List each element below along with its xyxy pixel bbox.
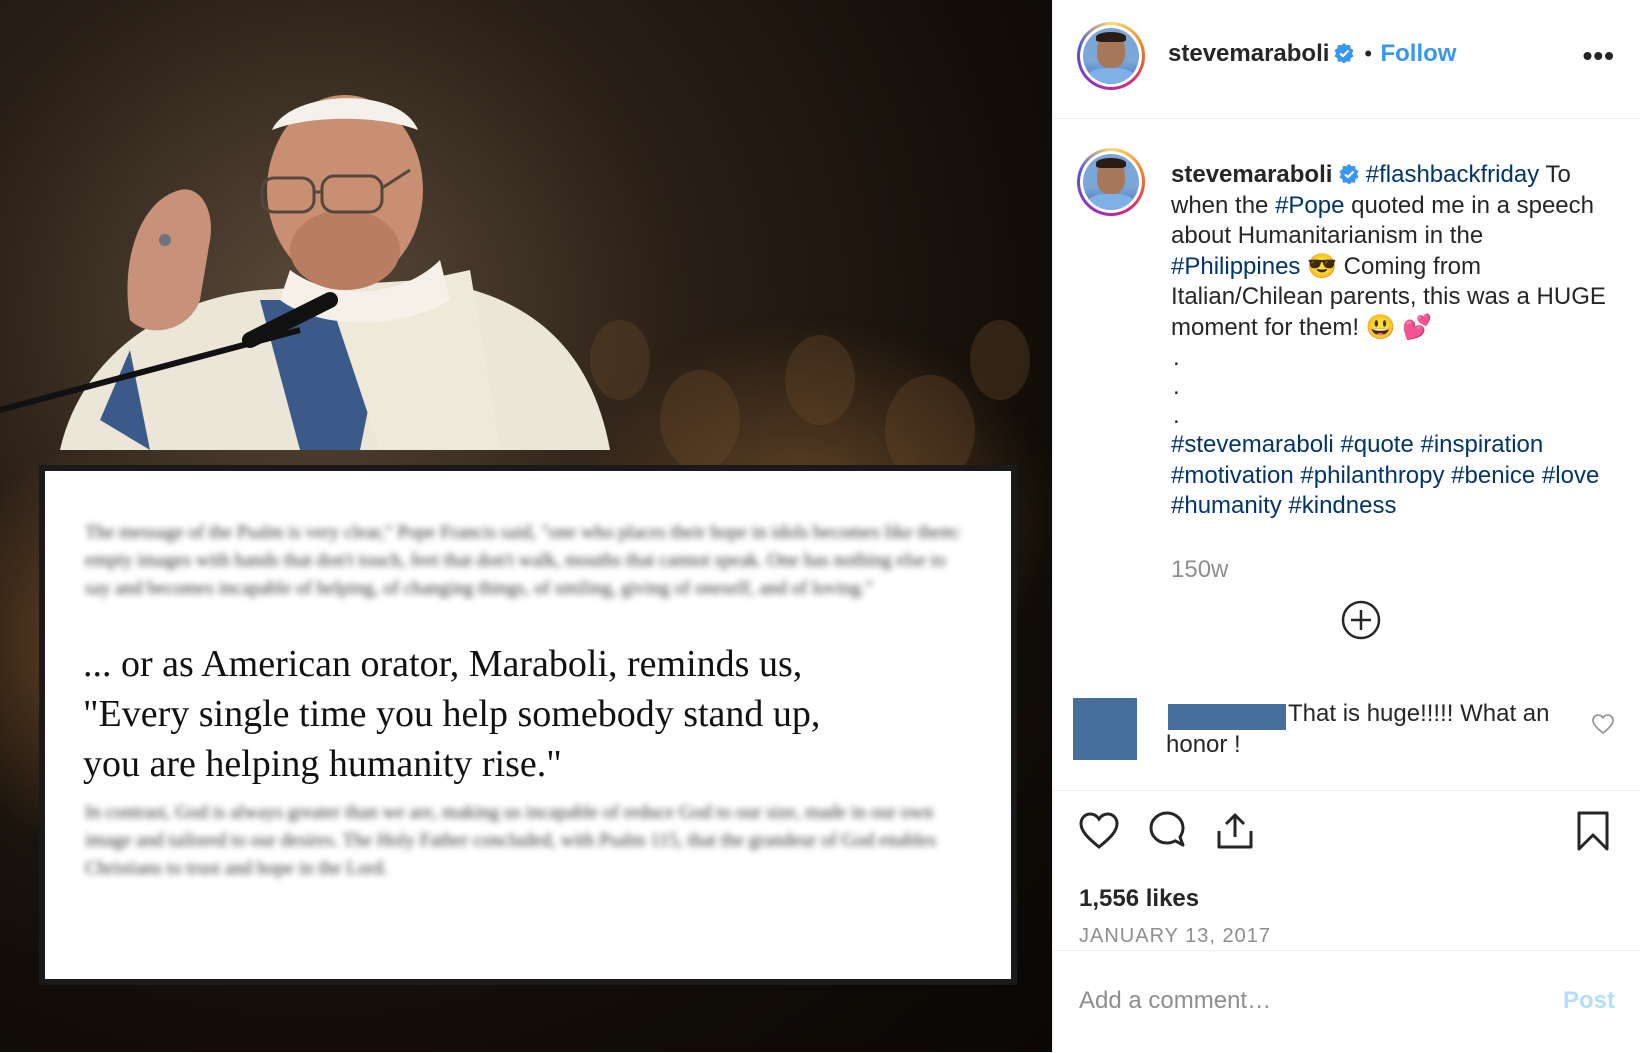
load-more-comments-icon[interactable] xyxy=(1341,600,1381,640)
post-side-panel: stevemaraboli • Follow ••• stevemaraboli… xyxy=(1052,0,1640,1052)
blurred-text-bottom: In contrast, God is always greater than … xyxy=(85,802,937,879)
quote-card: The message of the Psalm is very clear,"… xyxy=(45,471,1011,979)
caption-hashtags[interactable]: #stevemaraboli #quote #inspiration #moti… xyxy=(1171,430,1616,522)
sunglasses-emoji: 😎 xyxy=(1307,252,1337,280)
share-icon[interactable] xyxy=(1213,809,1257,853)
quote-line: "Every single time you help somebody sta… xyxy=(83,693,821,735)
caption-username[interactable]: stevemaraboli xyxy=(1171,161,1332,188)
comment-text: That is huge!!!!! What an honor ! xyxy=(1166,700,1550,758)
caption-dot: . xyxy=(1173,373,1180,400)
blurred-text-top: The message of the Psalm is very clear,"… xyxy=(85,522,961,599)
caption-time-ago[interactable]: 150w xyxy=(1171,556,1228,584)
verified-badge-icon xyxy=(1334,43,1354,63)
commenter-avatar-redacted[interactable] xyxy=(1073,698,1137,760)
hashtag-link[interactable]: #flashbackfriday xyxy=(1366,161,1539,188)
post-date[interactable]: JANUARY 13, 2017 xyxy=(1079,925,1271,948)
quote-line: you are helping humanity rise." xyxy=(83,743,562,785)
header-avatar[interactable] xyxy=(1077,22,1145,90)
header-username[interactable]: stevemaraboli xyxy=(1168,40,1329,67)
like-heart-icon[interactable] xyxy=(1077,809,1121,853)
separator-dot: • xyxy=(1364,41,1373,66)
comment-item: That is huge!!!!! What an honor ! xyxy=(1073,698,1633,780)
more-options-icon[interactable]: ••• xyxy=(1583,40,1615,72)
save-bookmark-icon[interactable] xyxy=(1571,809,1615,853)
add-comment-bar: Add a comment… Post xyxy=(1053,950,1640,1053)
post-actions: 1,556 likes JANUARY 13, 2017 xyxy=(1053,790,1640,951)
add-comment-input[interactable]: Add a comment… xyxy=(1079,987,1271,1015)
follow-button[interactable]: Follow xyxy=(1380,40,1456,67)
hashtag-link[interactable]: #Pope xyxy=(1275,192,1344,219)
post-header: stevemaraboli • Follow ••• xyxy=(1053,0,1640,119)
maraboli-quote: ... or as American orator, Maraboli, rem… xyxy=(83,639,983,789)
post-image[interactable]: The message of the Psalm is very clear,"… xyxy=(0,0,1052,1052)
comment-like-heart-icon[interactable] xyxy=(1591,712,1615,736)
caption-dot: . xyxy=(1173,402,1180,429)
header-user-row: stevemaraboli • Follow xyxy=(1168,40,1456,68)
comment-bubble-icon[interactable] xyxy=(1145,809,1189,853)
smile-emoji: 😃 xyxy=(1365,313,1396,341)
post-caption: stevemaraboli #flashbackfriday To when t… xyxy=(1171,160,1616,522)
caption-dot: . xyxy=(1173,344,1180,371)
verified-badge-icon xyxy=(1339,164,1359,184)
likes-count[interactable]: 1,556 likes xyxy=(1079,885,1199,913)
caption-body: stevemaraboli #flashbackfriday To when t… xyxy=(1171,160,1616,343)
hearts-emoji: 💕 xyxy=(1402,313,1433,341)
hashtag-link[interactable]: #Philippines xyxy=(1171,253,1300,280)
caption-avatar[interactable] xyxy=(1077,148,1145,216)
quote-line: ... or as American orator, Maraboli, rem… xyxy=(83,643,803,685)
post-comment-button[interactable]: Post xyxy=(1563,987,1615,1015)
